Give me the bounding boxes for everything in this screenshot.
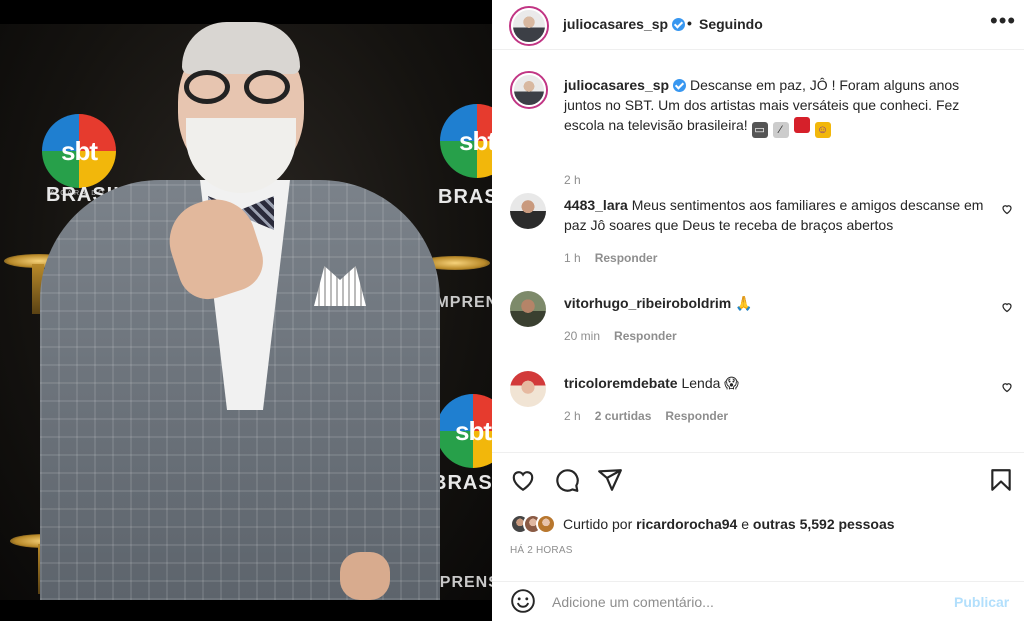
caption-avatar[interactable] [510,71,548,109]
post-photo[interactable]: sbt A CARA DO BRASIL sbt BRASIL sbt BRAS… [0,0,492,621]
verified-icon [673,79,687,92]
comment-time[interactable]: 20 min [564,329,600,343]
comment-text: vitorhugo_ribeiroboldrim 🙏 [564,295,753,311]
reply-button[interactable]: Responder [595,251,658,265]
post-sidebar: juliocasares_sp • Seguindo ••• juliocasa… [492,0,1024,621]
share-icon[interactable] [597,467,623,493]
microphone-emoji-icon: ⁄ [772,122,789,138]
caption-meta: 2 h [564,173,581,187]
comment-composer: Publicar [492,581,1024,621]
comment-like-heart-icon[interactable] [1001,301,1013,313]
bookmark-icon[interactable] [988,467,1014,493]
commenter-username[interactable]: vitorhugo_ribeiroboldrim [564,295,731,311]
sbt-logo: sbt [440,104,492,178]
comment-time[interactable]: 1 h [564,251,581,265]
sbt-logo: sbt [42,114,116,188]
author-avatar[interactable] [509,6,549,46]
likes-summary: Curtido por ricardorocha94 e outras 5,59… [510,511,895,537]
reply-button[interactable]: Responder [614,329,677,343]
post-header: juliocasares_sp • Seguindo ••• [492,0,1024,50]
sbt-logo: sbt [436,394,492,468]
tv-emoji-icon: ▭ [751,122,768,138]
book-emoji-icon [793,117,810,133]
post-actions: Curtido por ricardorocha94 e outras 5,59… [492,452,1024,572]
caption-username[interactable]: juliocasares_sp [564,77,669,93]
caption-text: juliocasares_sp Descanse em paz, JÔ ! Fo… [564,77,960,138]
comment-input[interactable] [552,592,932,612]
caption: juliocasares_sp Descanse em paz, JÔ ! Fo… [510,71,1010,193]
comment-likes-count[interactable]: 2 curtidas [595,409,652,423]
comment-row: vitorhugo_ribeiroboldrim 🙏 20 min Respond… [510,291,1013,351]
reply-button[interactable]: Responder [665,409,728,423]
backdrop-brasil: BRASIL [432,472,492,494]
likes-others[interactable]: outras 5,592 pessoas [753,516,895,532]
comment-row: tricoloremdebate Lenda 😱 2 h 2 curtidas Re… [510,371,1013,431]
comment-like-heart-icon[interactable] [1001,381,1013,393]
comment-like-heart-icon[interactable] [1001,203,1013,215]
heart-icon[interactable] [510,467,536,493]
commenter-username[interactable]: 4483_lara [564,197,628,213]
commenter-avatar[interactable] [510,291,546,327]
comment-time[interactable]: 2 h [564,409,581,423]
comment-text: tricoloremdebate Lenda 😱 [564,375,739,391]
person-glasses [182,70,294,106]
comment-text: 4483_lara Meus sentimentos aos familiare… [564,197,984,233]
caption-time[interactable]: 2 h [564,173,581,187]
comments-list: juliocasares_sp Descanse em paz, JÔ ! Fo… [492,51,1024,451]
publish-button[interactable]: Publicar [954,594,1009,610]
emoji-icon[interactable] [510,588,536,614]
comment-meta: 20 min Responder [564,329,677,343]
post-timestamp[interactable]: HÁ 2 HORAS [510,545,573,556]
liker-username[interactable]: ricardorocha94 [636,516,737,532]
theater-masks-emoji-icon: ☺ [814,122,831,138]
comment-meta: 2 h 2 curtidas Responder [564,409,728,423]
header-separator: • [687,15,692,31]
following-button[interactable]: Seguindo [699,16,763,32]
comment-row: 4483_lara Meus sentimentos aos familiare… [510,193,1013,273]
person-hand-lower [340,552,390,600]
commenter-username[interactable]: tricoloremdebate [564,375,678,391]
verified-icon [672,18,686,31]
commenter-avatar[interactable] [510,193,546,229]
likes-text: Curtido por ricardorocha94 e outras 5,59… [563,516,895,532]
more-icon[interactable]: ••• [990,10,1015,34]
comment-meta: 1 h Responder [564,251,657,265]
commenter-avatar[interactable] [510,371,546,407]
liker-avatar [536,514,556,534]
backdrop-brasil: BRASIL [438,186,492,208]
author-username[interactable]: juliocasares_sp [563,16,686,32]
comment-icon[interactable] [554,467,580,493]
